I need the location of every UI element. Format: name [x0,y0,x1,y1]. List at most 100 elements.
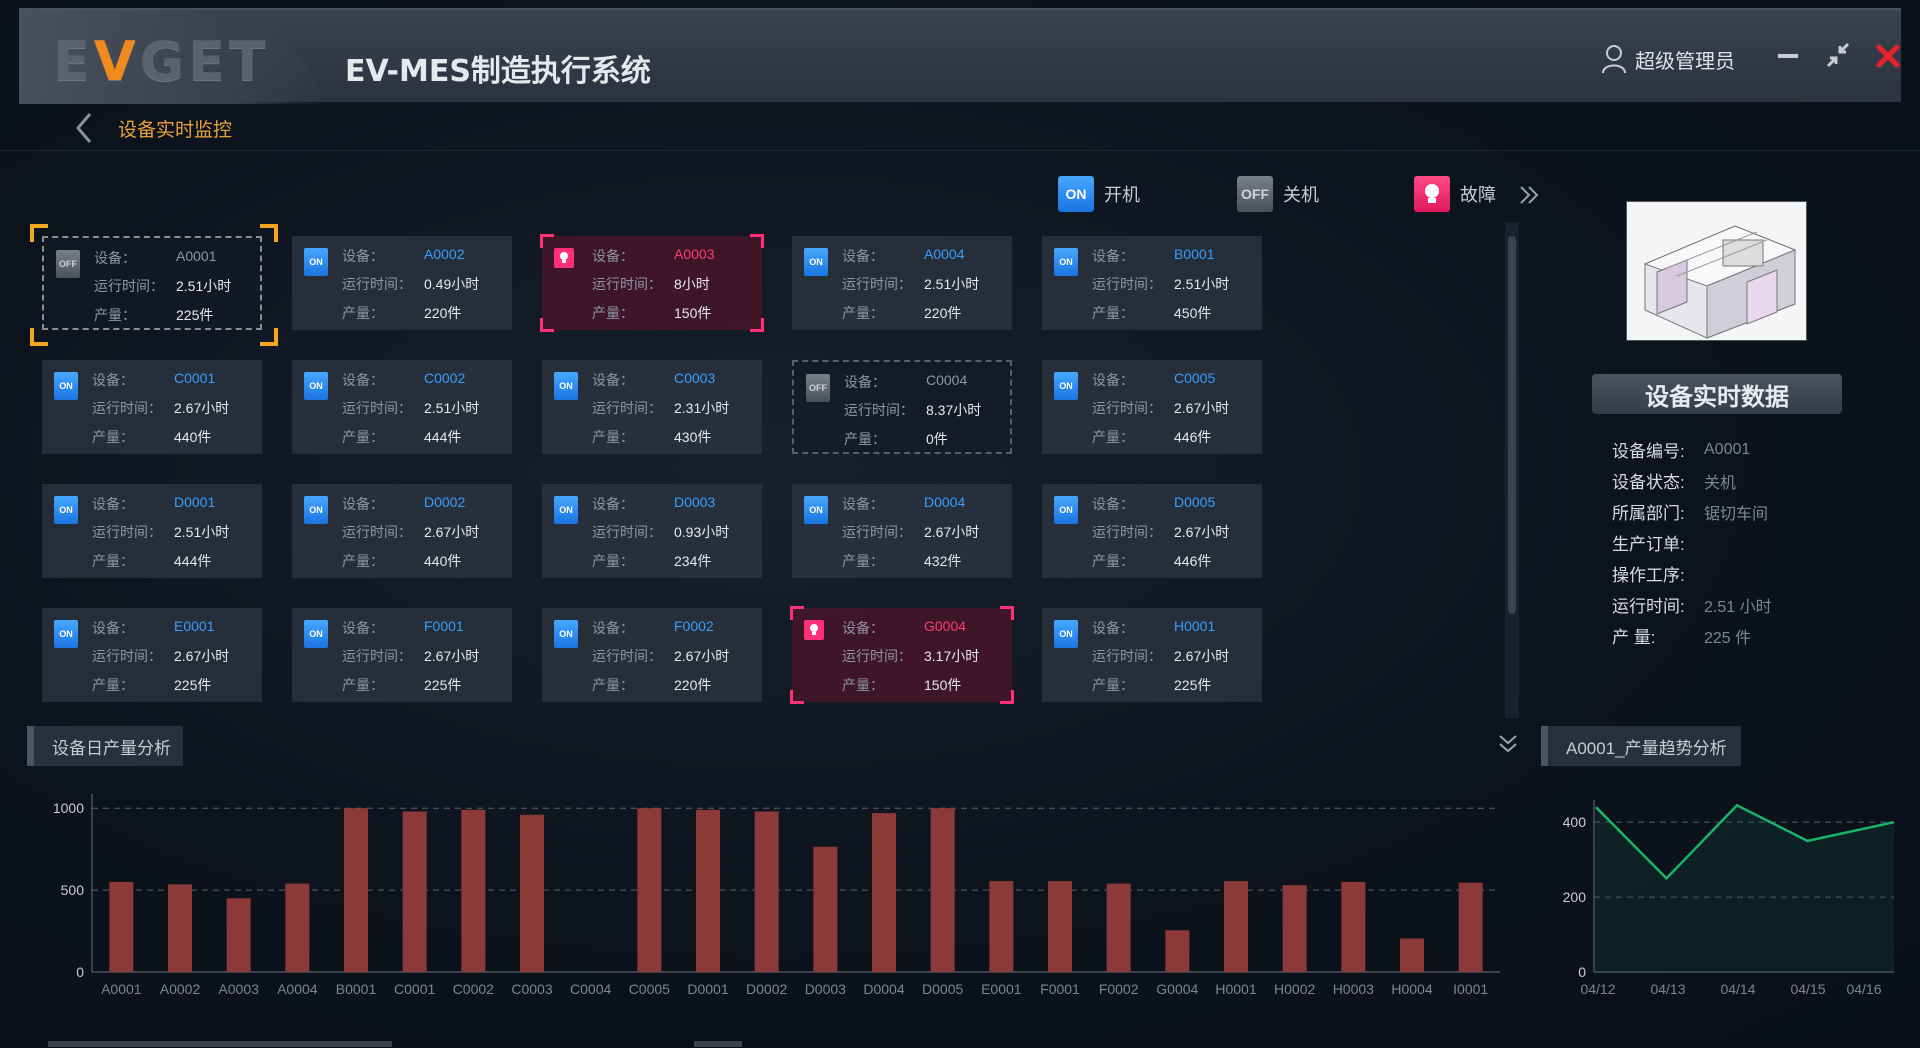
device-card-D0005[interactable]: ON 设备： D0005 运行时间： 2.67小时 产量： 446件 [1042,484,1262,578]
y-tick-label: 1000 [53,800,84,816]
horizontal-scrollbar[interactable] [0,1040,1920,1048]
fault-corner [750,318,764,332]
device-runtime-label: 运行时间： [592,276,662,292]
scrollbar-thumb-right[interactable] [694,1041,742,1047]
power-on-icon: ON [554,496,578,524]
realtime-label: 设备状态: [1612,473,1685,492]
device-id: E0001 [174,618,215,634]
device-card-C0001[interactable]: ON 设备： C0001 运行时间： 2.67小时 产量： 440件 [42,360,262,454]
x-tick-label: 04/14 [1720,981,1755,997]
device-output-label: 产量： [342,553,384,569]
power-on-icon: ON [304,372,328,400]
device-runtime: 2.51小时 [174,524,230,540]
device-runtime-label: 运行时间： [842,276,912,292]
user-menu[interactable]: 超级管理员 [1601,44,1735,74]
bar-I0001 [1458,882,1483,972]
device-card-A0001[interactable]: OFF 设备： A0001 运行时间： 2.51小时 产量： 225件 [30,224,278,346]
device-card-E0001[interactable]: ON 设备： E0001 运行时间： 2.67小时 产量： 225件 [42,608,262,702]
device-runtime-label: 运行时间： [842,524,912,540]
device-output-label: 产量： [844,431,886,447]
y-tick-label: 0 [1578,964,1586,980]
device-card-C0002[interactable]: ON 设备： C0002 运行时间： 2.51小时 产量： 444件 [292,360,512,454]
device-card-A0002[interactable]: ON 设备： A0002 运行时间： 0.49小时 产量： 220件 [292,236,512,330]
scrollbar-thumb-left[interactable] [48,1041,392,1047]
device-output-row: 产量： 150件 [592,303,711,323]
device-id-row: 设备： D0001 [92,494,215,514]
device-output: 234件 [674,553,712,569]
device-card-A0003[interactable]: 设备： A0003 运行时间： 8小时 产量： 150件 [540,234,764,332]
double-chevron-right-icon[interactable] [1518,184,1540,206]
x-tick-label: F0002 [1099,981,1139,997]
device-card-C0003[interactable]: ON 设备： C0003 运行时间： 2.31小时 产量： 430件 [542,360,762,454]
device-id-row: 设备： H0001 [1092,618,1215,638]
device-runtime-row: 运行时间： 2.51小时 [342,398,479,418]
device-output-label: 产量： [92,553,134,569]
device-card-D0004[interactable]: ON 设备： D0004 运行时间： 2.67小时 产量： 432件 [792,484,1012,578]
x-tick-label: C0001 [394,981,435,997]
device-card-D0003[interactable]: ON 设备： D0003 运行时间： 0.93小时 产量： 234件 [542,484,762,578]
breadcrumb: 设备实时监控 [72,110,232,146]
fault-corner [750,234,764,248]
fault-bulb-icon [804,620,824,640]
device-runtime-label: 运行时间： [592,400,662,416]
bar-F0001 [1048,881,1072,972]
device-card-F0001[interactable]: ON 设备： F0001 运行时间： 2.67小时 产量： 225件 [292,608,512,702]
device-runtime-label: 运行时间： [342,276,412,292]
x-tick-label: D0005 [922,981,963,997]
device-card-D0002[interactable]: ON 设备： D0002 运行时间： 2.67小时 产量： 440件 [292,484,512,578]
device-card-A0004[interactable]: ON 设备： A0004 运行时间： 2.51小时 产量： 220件 [792,236,1012,330]
device-id-row: 设备： F0002 [592,618,714,638]
x-tick-label: D0002 [746,981,787,997]
power-on-icon: ON [554,620,578,648]
x-tick-label: C0002 [453,981,494,997]
bar-A0004 [285,883,310,972]
device-card-D0001[interactable]: ON 设备： D0001 运行时间： 2.51小时 产量： 444件 [42,484,262,578]
device-card-G0004[interactable]: 设备： G0004 运行时间： 3.17小时 产量： 150件 [790,606,1014,704]
device-card-B0001[interactable]: ON 设备： B0001 运行时间： 2.51小时 产量： 450件 [1042,236,1262,330]
realtime-value: 锯切车间 [1704,505,1769,523]
device-output: 446件 [1174,429,1212,445]
device-runtime-row: 运行时间： 2.51小时 [842,274,979,294]
device-card-F0002[interactable]: ON 设备： F0002 运行时间： 2.67小时 产量： 220件 [542,608,762,702]
vertical-scrollbar[interactable] [1505,222,1519,718]
device-runtime-row: 运行时间： 2.67小时 [1092,398,1229,418]
restore-icon[interactable] [1822,40,1854,72]
x-tick-label: H0003 [1333,981,1374,997]
device-output: 446件 [1174,553,1212,569]
x-tick-label: F0001 [1040,981,1080,997]
bar-A0001 [109,881,134,972]
device-output-row: 产量： 444件 [342,427,461,447]
machine-image [1626,201,1807,341]
device-output: 430件 [674,429,712,445]
realtime-row: 操作工序: [1612,558,1772,589]
device-id-label: 设备： [92,372,134,388]
scrollbar-thumb[interactable] [1508,236,1516,614]
device-card-C0004[interactable]: OFF 设备： C0004 运行时间： 8.37小时 产量： 0件 [792,360,1012,454]
device-output: 150件 [924,677,962,693]
device-card-C0005[interactable]: ON 设备： C0005 运行时间： 2.67小时 产量： 446件 [1042,360,1262,454]
realtime-value: A0001 [1704,440,1751,458]
device-runtime: 2.67小时 [174,648,230,664]
bar-C0001 [402,811,427,972]
device-output-row: 产量： 440件 [92,427,211,447]
close-icon[interactable] [1872,40,1904,72]
bar-G0004 [1165,930,1190,972]
device-card-H0001[interactable]: ON 设备： H0001 运行时间： 2.67小时 产量： 225件 [1042,608,1262,702]
back-icon[interactable] [72,110,98,146]
device-output-row: 产量： 234件 [592,551,711,571]
selection-corner [260,328,278,346]
device-id: D0002 [424,494,466,510]
device-id-label: 设备： [842,620,884,636]
device-runtime: 2.31小时 [674,400,730,416]
realtime-label: 所属部门: [1612,504,1685,523]
fault-bulb-icon [554,248,574,268]
fault-corner [1000,606,1014,620]
device-output-label: 产量： [592,305,634,321]
device-id-label: 设备： [1092,372,1134,388]
double-chevron-down-icon[interactable] [1497,733,1519,755]
bar-D0003 [813,846,838,972]
device-id: C0005 [1174,370,1216,386]
fault-corner [1000,690,1014,704]
minimize-icon[interactable] [1772,40,1804,72]
device-runtime-label: 运行时间： [342,524,412,540]
